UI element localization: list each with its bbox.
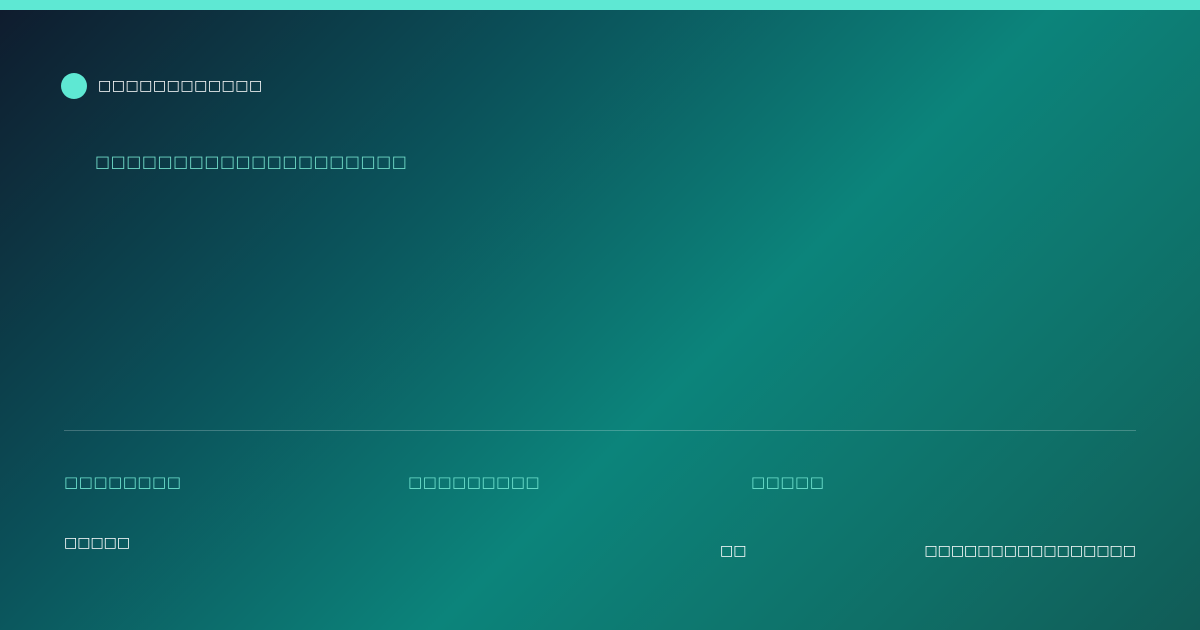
hero-subtitle: □□□□□□□□□□□□□□□□□□□□: [95, 152, 408, 171]
brand-name: □□□□□□□□□□□□: [98, 78, 263, 94]
footer-middle-text: □□: [720, 543, 747, 559]
footer-left-text: □□□□□: [64, 535, 131, 551]
brand: □□□□□□□□□□□□: [61, 73, 263, 99]
top-accent-bar: [0, 0, 1200, 10]
stat-label-2: □□□□□□□□□: [408, 473, 541, 491]
brand-dot-icon: [61, 73, 87, 99]
stat-label-3: □□□□□: [751, 473, 825, 491]
divider: [64, 430, 1136, 431]
stat-label-1: □□□□□□□□: [64, 473, 182, 491]
footer-right-text: □□□□□□□□□□□□□□□□: [924, 543, 1136, 559]
